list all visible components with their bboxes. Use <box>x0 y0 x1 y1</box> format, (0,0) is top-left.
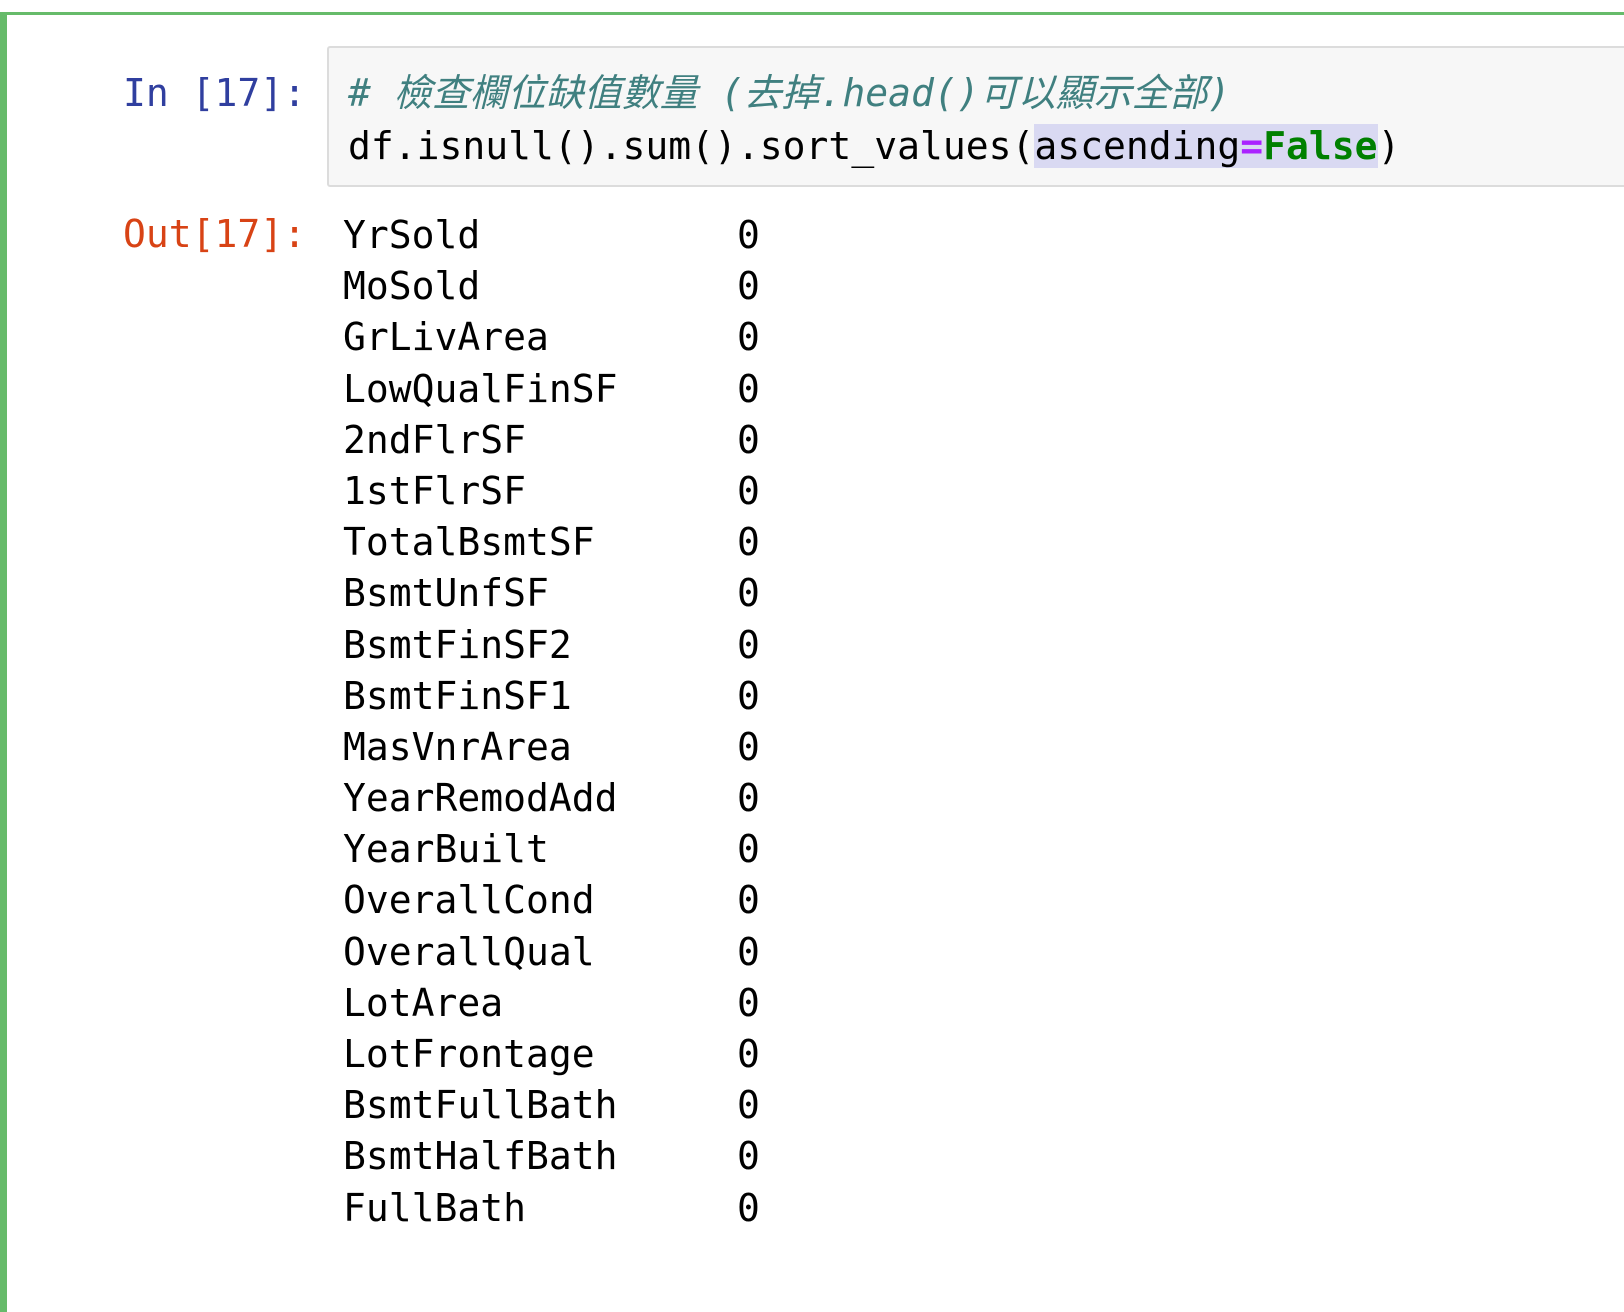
code-arg-value: False <box>1263 124 1378 168</box>
output-row: LotFrontage 0 <box>343 1030 943 1081</box>
output-row: FullBath 0 <box>343 1184 943 1235</box>
code-line-statement: df.isnull().sum().sort_values(ascending=… <box>348 123 1400 169</box>
output-row-name: 1stFlrSF <box>343 468 527 513</box>
output-row: BsmtFinSF1 0 <box>343 672 943 723</box>
code-argument-highlight: ascending=False <box>1034 124 1378 168</box>
output-row-name: MasVnrArea <box>343 724 572 769</box>
code-arg-name: ascending <box>1034 124 1241 168</box>
output-row-name: BsmtFinSF2 <box>343 622 572 667</box>
cell-output: YrSold 0 MoSold 0 GrLivArea 0 LowQualFinSF 0 2nd… <box>343 211 943 1235</box>
output-row: OverallQual 0 <box>343 928 943 979</box>
output-row-name: MoSold <box>343 264 481 309</box>
output-row-value: 0 <box>737 980 760 1025</box>
code-arg-operator: = <box>1240 124 1264 168</box>
output-row-value: 0 <box>737 1134 760 1179</box>
output-row-value: 0 <box>737 1185 760 1230</box>
output-row-value: 0 <box>737 417 760 462</box>
output-row-value: 0 <box>737 878 760 923</box>
output-row-value: 0 <box>737 468 760 513</box>
output-prompt: Out[17]: <box>123 212 307 256</box>
output-row: OverallCond 0 <box>343 876 943 927</box>
notebook-code-cell[interactable]: In [17]: # 檢查欄位缺值數量 (去掉.head()可以顯示全部) df… <box>0 12 1624 1312</box>
output-row: GrLivArea 0 <box>343 313 943 364</box>
output-row: BsmtHalfBath 0 <box>343 1132 943 1183</box>
code-line-comment: # 檢查欄位缺值數量 (去掉.head()可以顯示全部) <box>348 70 1231 116</box>
output-row: YrSold 0 <box>343 211 943 262</box>
output-row: MasVnrArea 0 <box>343 723 943 774</box>
output-row-name: YearRemodAdd <box>343 776 618 821</box>
code-editor[interactable]: # 檢查欄位缺值數量 (去掉.head()可以顯示全部) df.isnull()… <box>327 46 1624 187</box>
output-row-name: GrLivArea <box>343 315 549 360</box>
output-row: YearRemodAdd 0 <box>343 774 943 825</box>
output-row-name: YrSold <box>343 213 481 257</box>
output-row-value: 0 <box>737 571 760 616</box>
code-comment: # 檢查欄位缺值數量 (去掉.head()可以顯示全部) <box>348 71 1231 115</box>
output-row-value: 0 <box>737 264 760 309</box>
output-row-name: BsmtUnfSF <box>343 571 549 616</box>
output-row-value: 0 <box>737 1032 760 1076</box>
output-row-name: FullBath <box>343 1185 527 1230</box>
output-row-value: 0 <box>737 673 760 718</box>
output-row-name: OverallCond <box>343 878 595 923</box>
output-row: 2ndFlrSF 0 <box>343 416 943 467</box>
output-row: 1stFlrSF 0 <box>343 467 943 518</box>
output-row-value: 0 <box>737 520 760 565</box>
output-row-value: 0 <box>737 776 760 821</box>
code-call-prefix: df.isnull().sum().sort_values( <box>348 124 1035 168</box>
output-row-value: 0 <box>737 827 760 872</box>
output-row-value: 0 <box>737 366 760 411</box>
output-row-value: 0 <box>737 929 760 974</box>
output-row: LowQualFinSF 0 <box>343 365 943 416</box>
output-row-value: 0 <box>737 213 760 257</box>
output-row-name: LowQualFinSF <box>343 366 618 411</box>
output-row-name: 2ndFlrSF <box>343 417 527 462</box>
output-row-name: YearBuilt <box>343 827 549 872</box>
output-row: LotArea 0 <box>343 979 943 1030</box>
output-row: YearBuilt 0 <box>343 825 943 876</box>
output-row: TotalBsmtSF 0 <box>343 518 943 569</box>
output-row: BsmtFinSF2 0 <box>343 621 943 672</box>
output-row-value: 0 <box>737 724 760 769</box>
output-row-value: 0 <box>737 622 760 667</box>
output-row-name: LotFrontage <box>343 1032 595 1076</box>
output-row-name: BsmtFullBath <box>343 1083 618 1128</box>
output-row: MoSold 0 <box>343 262 943 313</box>
output-row-name: OverallQual <box>343 929 595 974</box>
output-row-value: 0 <box>737 1083 760 1128</box>
output-row-name: TotalBsmtSF <box>343 520 595 565</box>
output-row-name: LotArea <box>343 980 504 1025</box>
input-prompt: In [17]: <box>123 71 307 115</box>
output-row: BsmtFullBath 0 <box>343 1081 943 1132</box>
output-row-name: BsmtFinSF1 <box>343 673 572 718</box>
output-row-name: BsmtHalfBath <box>343 1134 618 1179</box>
code-call-suffix: ) <box>1377 124 1401 168</box>
output-row: BsmtUnfSF 0 <box>343 569 943 620</box>
output-row-value: 0 <box>737 315 760 360</box>
